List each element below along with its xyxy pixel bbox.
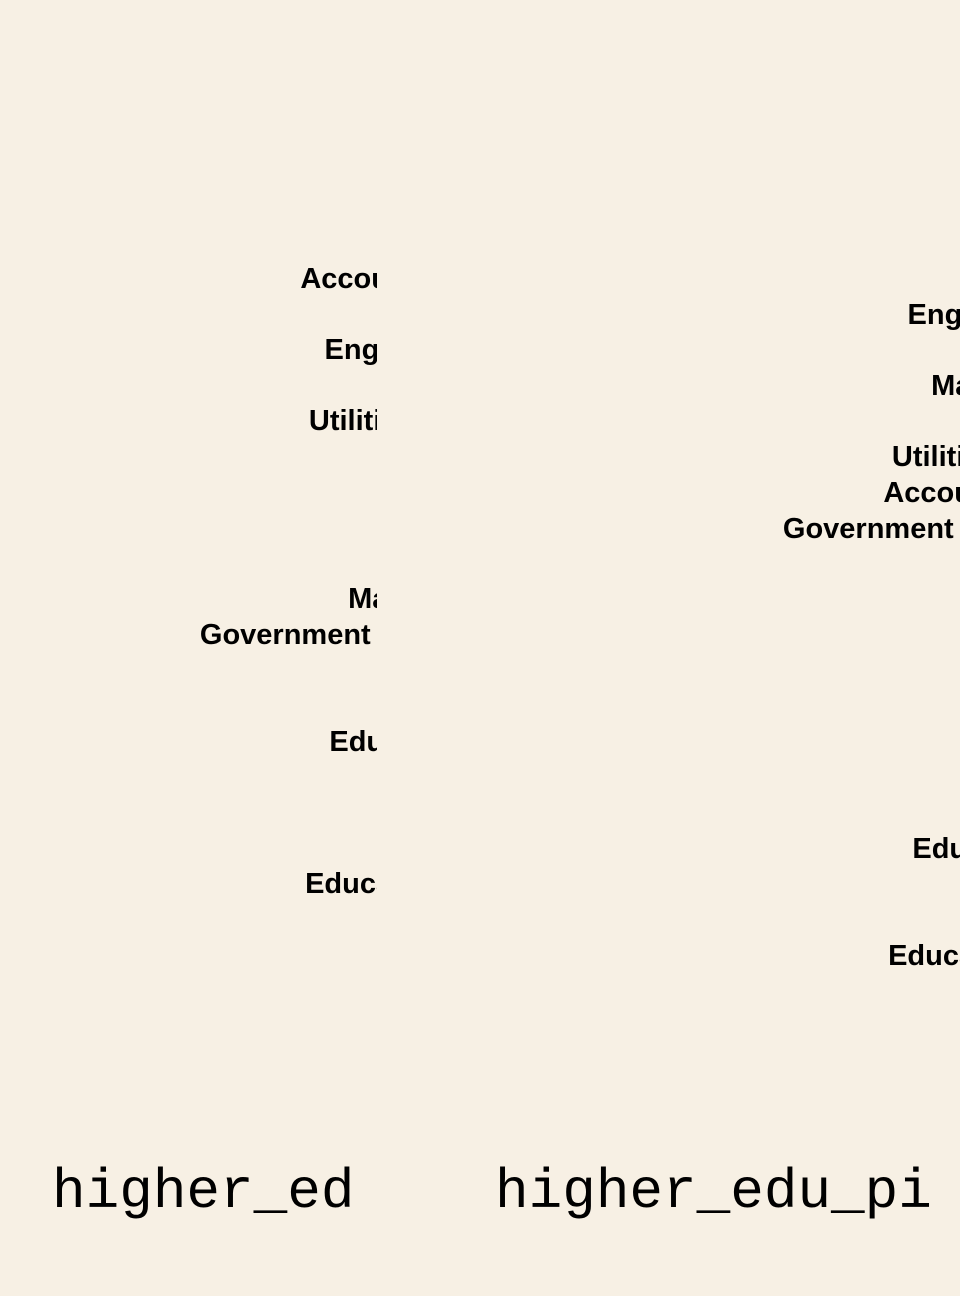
category-tick-label: Engineering or Manufacturing (324, 334, 377, 366)
category-tick-label: Education (Primary/Secondary) (305, 868, 377, 900)
category-tick-label: Government and Public Administration (199, 618, 377, 651)
left-axis-title: higher_ed (52, 1160, 355, 1224)
category-tick-label: Utilities & Telecommunications (891, 441, 960, 474)
category-tick-label: Government and Public Administration (782, 512, 960, 545)
category-tick-label: Marketing, Advertising & PR (931, 370, 960, 403)
category-tick-label: Education (Higher Education) (329, 725, 377, 758)
category-tick-label: Engineering or Manufacturing (907, 299, 960, 331)
category-tick-label: Education (Primary/Secondary) (888, 939, 960, 972)
category-tick-label: Utilities & Telecommunications (308, 405, 377, 438)
category-tick-label: Education (Higher Education) (912, 833, 960, 865)
left-chart-panel: Computing or ITBusiness or ConsultingAcc… (0, 0, 377, 1296)
category-tick-label: Marketing, Advertising & PR (348, 583, 377, 616)
category-tick-label: Accounting, Banking & Finance (883, 477, 960, 509)
right-chart-panel: LawComputing or TechSalesBusiness or Con… (400, 0, 960, 1296)
category-tick-label: Accounting, Banking & Finance (300, 262, 377, 295)
right-axis-title: higher_edu_pi (495, 1160, 932, 1224)
left-category-labels: Computing or ITBusiness or ConsultingAcc… (0, 0, 377, 1296)
right-category-labels: LawComputing or TechSalesBusiness or Con… (400, 0, 960, 1296)
